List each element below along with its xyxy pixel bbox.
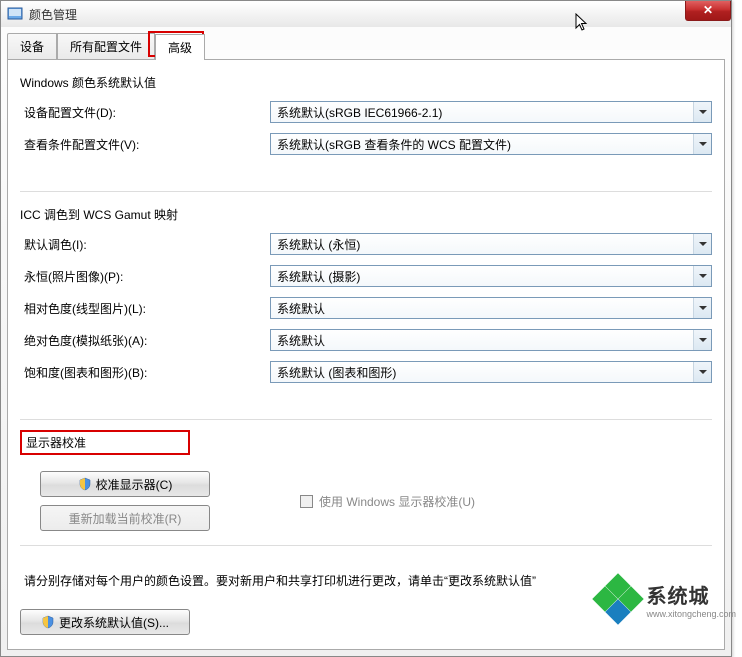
combo-viewing-profile-value: 系统默认(sRGB 查看条件的 WCS 配置文件) <box>277 136 511 153</box>
chevron-down-icon <box>693 330 711 350</box>
chevron-down-icon <box>693 266 711 286</box>
tab-profiles[interactable]: 所有配置文件 <box>57 33 155 59</box>
highlight-calibration-title: 显示器校准 <box>20 430 190 455</box>
label-rel: 相对色度(线型图片)(L): <box>20 300 270 317</box>
group-title-icc: ICC 调色到 WCS Gamut 映射 <box>20 202 712 233</box>
combo-default-intent-value: 系统默认 (永恒) <box>277 236 360 253</box>
chevron-down-icon <box>693 134 711 154</box>
combo-sat-value: 系统默认 (图表和图形) <box>277 364 396 381</box>
label-viewing-profile: 查看条件配置文件(V): <box>20 136 270 153</box>
combo-rel[interactable]: 系统默认 <box>270 297 712 319</box>
use-windows-calibration-label: 使用 Windows 显示器校准(U) <box>319 493 475 510</box>
label-sat: 饱和度(图表和图形)(B): <box>20 364 270 381</box>
divider <box>20 419 712 420</box>
calibration-title: 显示器校准 <box>26 436 86 450</box>
change-system-defaults-label: 更改系统默认值(S)... <box>59 614 169 631</box>
use-windows-calibration-checkbox[interactable] <box>300 495 313 508</box>
calibrate-display-label: 校准显示器(C) <box>96 476 173 493</box>
chevron-down-icon <box>693 298 711 318</box>
reload-calibration-button: 重新加载当前校准(R) <box>40 505 210 531</box>
instruction-text: 请分别存储对每个用户的颜色设置。要对新用户和共享打印机进行更改，请单击“更改系统… <box>20 556 712 609</box>
titlebar: 颜色管理 ✕ <box>1 1 731 27</box>
calibrate-display-button[interactable]: 校准显示器(C) <box>40 471 210 497</box>
window-title: 颜色管理 <box>29 6 77 23</box>
label-abs: 绝对色度(模拟纸张)(A): <box>20 332 270 349</box>
combo-viewing-profile[interactable]: 系统默认(sRGB 查看条件的 WCS 配置文件) <box>270 133 712 155</box>
combo-sat[interactable]: 系统默认 (图表和图形) <box>270 361 712 383</box>
combo-abs-value: 系统默认 <box>277 332 325 349</box>
combo-abs[interactable]: 系统默认 <box>270 329 712 351</box>
combo-perm-value: 系统默认 (摄影) <box>277 268 360 285</box>
content-panel: Windows 颜色系统默认值 设备配置文件(D): 系统默认(sRGB IEC… <box>7 59 725 650</box>
color-management-window: 颜色管理 ✕ 设备 所有配置文件 高级 Windows 颜色系统默认值 设备配置… <box>0 0 732 657</box>
shield-icon <box>78 477 92 491</box>
group-title-defaults: Windows 颜色系统默认值 <box>20 70 712 101</box>
combo-rel-value: 系统默认 <box>277 300 325 317</box>
use-windows-calibration-row: 使用 Windows 显示器校准(U) <box>300 493 475 510</box>
close-button[interactable]: ✕ <box>685 1 731 21</box>
label-default-intent: 默认调色(I): <box>20 236 270 253</box>
label-perm: 永恒(照片图像)(P): <box>20 268 270 285</box>
reload-calibration-label: 重新加载当前校准(R) <box>69 510 182 527</box>
divider <box>20 191 712 192</box>
divider <box>20 545 712 546</box>
combo-default-intent[interactable]: 系统默认 (永恒) <box>270 233 712 255</box>
app-icon <box>7 6 23 22</box>
group-icc-wcs: ICC 调色到 WCS Gamut 映射 默认调色(I): 系统默认 (永恒) … <box>20 202 712 403</box>
chevron-down-icon <box>693 362 711 382</box>
tab-advanced[interactable]: 高级 <box>155 34 205 60</box>
group-windows-defaults: Windows 颜色系统默认值 设备配置文件(D): 系统默认(sRGB IEC… <box>20 70 712 175</box>
tab-devices[interactable]: 设备 <box>7 33 57 59</box>
tab-bar: 设备 所有配置文件 高级 <box>1 27 731 59</box>
label-device-profile: 设备配置文件(D): <box>20 104 270 121</box>
change-system-defaults-button[interactable]: 更改系统默认值(S)... <box>20 609 190 635</box>
shield-icon <box>41 615 55 629</box>
chevron-down-icon <box>693 102 711 122</box>
combo-perm[interactable]: 系统默认 (摄影) <box>270 265 712 287</box>
combo-device-profile-value: 系统默认(sRGB IEC61966-2.1) <box>277 104 442 121</box>
group-calibration: 显示器校准 校准显示器(C) 重新加载当前 <box>20 430 712 541</box>
chevron-down-icon <box>693 234 711 254</box>
combo-device-profile[interactable]: 系统默认(sRGB IEC61966-2.1) <box>270 101 712 123</box>
